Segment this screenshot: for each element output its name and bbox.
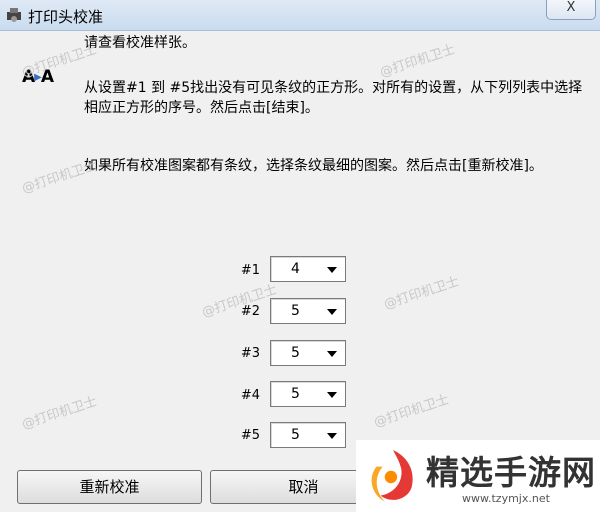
- setting-1-select[interactable]: 4: [270, 256, 346, 282]
- watermark: @打印机卫士: [382, 274, 462, 313]
- setting-4-label: #4: [240, 388, 260, 403]
- watermark: @打印机卫士: [378, 42, 458, 81]
- watermark: @打印机卫士: [372, 392, 452, 431]
- watermark: @打印机卫士: [20, 158, 100, 197]
- instruction-line-1: 请查看校准样张。: [84, 35, 196, 51]
- setting-1-label: #1: [240, 263, 260, 278]
- printer-gear-icon: [7, 8, 21, 22]
- brand-logo-icon: [371, 450, 413, 502]
- chevron-down-icon: [327, 392, 337, 398]
- chevron-down-icon: [327, 351, 337, 357]
- close-button[interactable]: X: [546, 0, 596, 20]
- setting-3-select[interactable]: 5: [270, 340, 346, 366]
- site-brand-overlay: 精选手游网 www.tzymjx.net: [356, 440, 600, 512]
- setting-2-select[interactable]: 5: [270, 298, 346, 324]
- setting-3-label: #3: [240, 346, 260, 361]
- watermark: @打印机卫士: [20, 394, 100, 433]
- setting-5-value: 5: [291, 427, 300, 443]
- chevron-down-icon: [327, 433, 337, 439]
- setting-4-value: 5: [291, 386, 300, 402]
- brand-url: www.tzymjx.net: [462, 492, 550, 505]
- instruction-line-2: 从设置#1 到 #5找出没有可见条纹的正方形。对所有的设置，从下列列表中选择相应…: [84, 80, 583, 116]
- chevron-down-icon: [327, 309, 337, 315]
- title-bar: 打印头校准 X: [0, 0, 600, 31]
- setting-5-label: #5: [240, 428, 260, 443]
- setting-2-value: 5: [291, 303, 300, 319]
- instruction-line-3: 如果所有校准图案都有条纹，选择条纹最细的图案。然后点击[重新校准]。: [84, 158, 543, 174]
- window-title: 打印头校准: [28, 8, 104, 26]
- setting-3-value: 5: [291, 345, 300, 361]
- setting-4-select[interactable]: 5: [270, 381, 346, 407]
- setting-1-value: 4: [291, 261, 300, 277]
- recalibrate-button[interactable]: 重新校准: [17, 470, 202, 504]
- setting-5-select[interactable]: 5: [270, 422, 346, 448]
- brand-name: 精选手游网: [426, 453, 596, 492]
- chevron-down-icon: [327, 267, 337, 273]
- watermark: @打印机卫士: [20, 42, 100, 81]
